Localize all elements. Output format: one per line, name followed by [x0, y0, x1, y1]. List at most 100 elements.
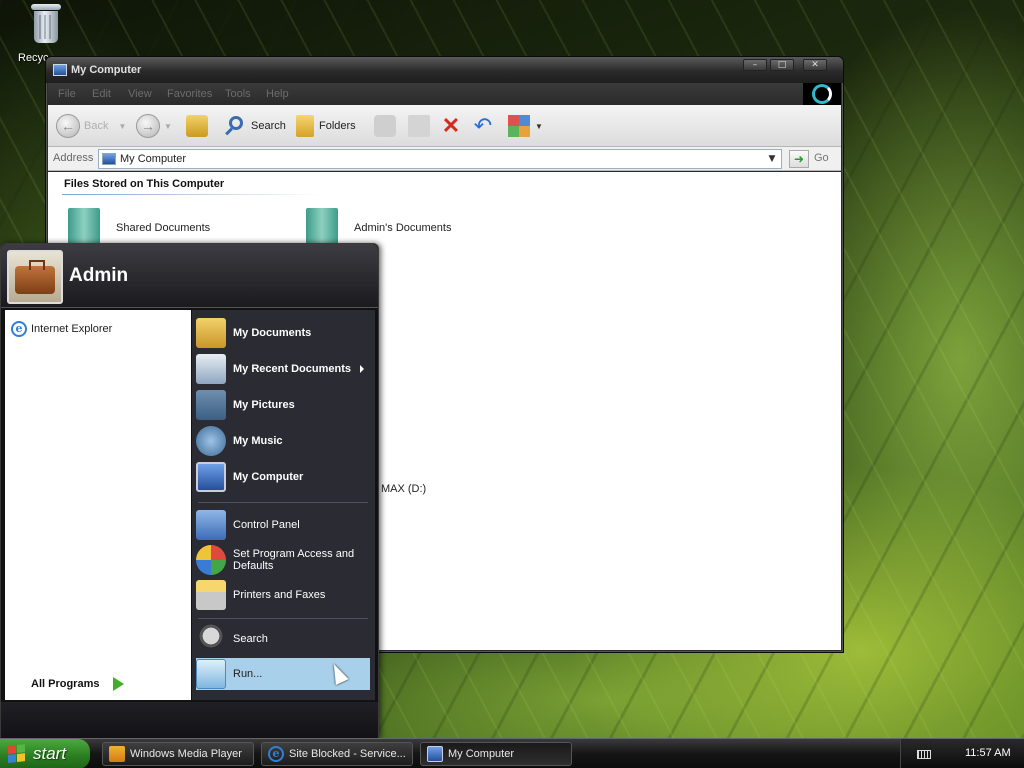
start-item-label: Set Program Access and Defaults: [233, 548, 355, 572]
back-button[interactable]: ← Back ▼: [56, 113, 126, 139]
task-windows-media-player[interactable]: Windows Media Player: [102, 742, 254, 766]
up-folder-icon: [186, 115, 208, 137]
taskbar: start Windows Media Player e Site Blocke…: [0, 738, 1024, 768]
undo-icon: ↶: [473, 113, 493, 138]
start-item-my-recent-documents[interactable]: My Recent Documents: [196, 352, 370, 386]
my-documents-icon: [196, 318, 226, 348]
user-name: Admin: [69, 265, 129, 286]
folder-label: Shared Documents: [116, 222, 211, 234]
go-button[interactable]: Go: [814, 152, 829, 164]
back-dropdown-icon[interactable]: ▼: [118, 122, 126, 131]
submenu-arrow-icon: [360, 365, 364, 373]
delete-icon: ✕: [441, 113, 461, 138]
recycle-bin-icon: [29, 2, 63, 46]
toolbar: ← Back ▼ → ▼ Search Folders ✕ ↶ ▼: [48, 105, 841, 147]
printers-icon: [196, 580, 226, 610]
address-field[interactable]: My Computer ▼: [98, 149, 782, 169]
start-item-label: My Documents: [233, 327, 312, 339]
start-menu-header: Admin: [1, 244, 378, 308]
start-menu-divider: [198, 502, 368, 503]
system-tray: 11:57 AM: [900, 739, 1024, 768]
maximize-button[interactable]: □: [770, 59, 794, 71]
folders-label: Folders: [319, 120, 356, 132]
folders-icon: [296, 115, 314, 137]
views-dropdown-icon: ▼: [535, 121, 543, 131]
folder-label: Admin's Documents: [354, 222, 452, 234]
delete-button[interactable]: ✕: [440, 113, 467, 139]
internet-explorer-icon: e: [11, 321, 27, 337]
recent-documents-icon: [196, 354, 226, 384]
start-item-my-computer[interactable]: My Computer: [196, 460, 370, 494]
undo-button[interactable]: ↶: [472, 113, 499, 139]
views-button[interactable]: ▼: [508, 113, 543, 139]
task-label: My Computer: [448, 748, 515, 760]
address-dropdown-icon[interactable]: ▼: [765, 152, 779, 166]
menu-file[interactable]: File: [58, 88, 76, 100]
start-item-label: My Pictures: [233, 399, 295, 411]
folders-button[interactable]: Folders: [296, 113, 356, 139]
all-programs-button[interactable]: All Programs: [31, 677, 125, 691]
folder-icon: [306, 208, 338, 248]
start-item-my-pictures[interactable]: My Pictures: [196, 388, 370, 422]
clock[interactable]: 11:57 AM: [965, 747, 1011, 759]
drive-label[interactable]: MAX (D:): [381, 483, 426, 495]
forward-arrow-icon: →: [136, 114, 160, 138]
minimize-button[interactable]: –: [743, 59, 767, 71]
start-item-label: My Computer: [233, 471, 304, 483]
up-folder-button[interactable]: [186, 113, 213, 139]
forward-button[interactable]: → ▼: [136, 113, 172, 139]
start-item-label: Printers and Faxes: [233, 589, 326, 601]
start-button[interactable]: start: [0, 739, 90, 768]
keyboard-icon[interactable]: [917, 750, 931, 759]
my-computer-icon: [196, 462, 226, 492]
folder-admins-documents[interactable]: Admin's Documents: [306, 208, 451, 248]
computer-icon: [53, 64, 67, 76]
move-to-button[interactable]: [374, 113, 401, 139]
computer-icon: [102, 153, 116, 165]
program-access-icon: [196, 545, 226, 575]
forward-dropdown-icon[interactable]: ▼: [164, 122, 172, 131]
menu-favorites[interactable]: Favorites: [167, 88, 212, 100]
start-item-control-panel[interactable]: Control Panel: [196, 508, 370, 542]
start-item-my-music[interactable]: My Music: [196, 424, 370, 458]
menu-edit[interactable]: Edit: [92, 88, 111, 100]
folder-icon: [68, 208, 100, 248]
search-button[interactable]: Search: [224, 113, 286, 139]
start-item-internet-explorer[interactable]: e Internet Explorer: [11, 321, 112, 337]
close-button[interactable]: ✕: [803, 59, 827, 71]
start-item-printers-faxes[interactable]: Printers and Faxes: [196, 578, 370, 612]
throbber-icon: [812, 84, 832, 104]
back-arrow-icon: ←: [56, 114, 80, 138]
internet-explorer-icon: e: [268, 746, 284, 762]
menu-tools[interactable]: Tools: [225, 88, 251, 100]
computer-icon: [427, 746, 443, 762]
task-my-computer[interactable]: My Computer: [420, 742, 572, 766]
start-label: start: [33, 744, 67, 763]
avatar[interactable]: [7, 250, 63, 304]
window-titlebar[interactable]: My Computer – □ ✕: [46, 57, 843, 83]
start-menu-places: My Documents My Recent Documents My Pict…: [192, 310, 375, 700]
run-icon: [196, 659, 226, 689]
menu-bar: File Edit View Favorites Tools Help: [48, 83, 841, 105]
copy-to-button[interactable]: [408, 113, 435, 139]
start-item-my-documents[interactable]: My Documents: [196, 316, 370, 350]
menu-view[interactable]: View: [128, 88, 152, 100]
go-arrow-icon[interactable]: ➜: [789, 150, 809, 168]
all-programs-label: All Programs: [31, 678, 100, 690]
folder-shared-documents[interactable]: Shared Documents: [68, 208, 210, 248]
start-item-label: My Music: [233, 435, 283, 447]
start-item-label: My Recent Documents: [233, 363, 351, 375]
start-item-program-access[interactable]: Set Program Access and Defaults: [196, 542, 370, 578]
desktop-icon-recycle-bin[interactable]: Recycle Bin: [14, 2, 78, 64]
start-item-label: Run...: [233, 668, 263, 680]
start-menu: Admin e Internet Explorer All Programs M…: [0, 243, 379, 739]
start-item-label: Search: [233, 633, 268, 645]
task-site-blocked[interactable]: e Site Blocked - Service...: [261, 742, 413, 766]
start-item-search[interactable]: Search: [196, 622, 370, 656]
menu-help[interactable]: Help: [266, 88, 289, 100]
task-label: Windows Media Player: [130, 748, 242, 760]
task-label: Site Blocked - Service...: [289, 748, 406, 760]
start-menu-divider: [198, 618, 368, 619]
address-value: My Computer: [120, 153, 187, 165]
start-item-label: Internet Explorer: [31, 323, 113, 335]
